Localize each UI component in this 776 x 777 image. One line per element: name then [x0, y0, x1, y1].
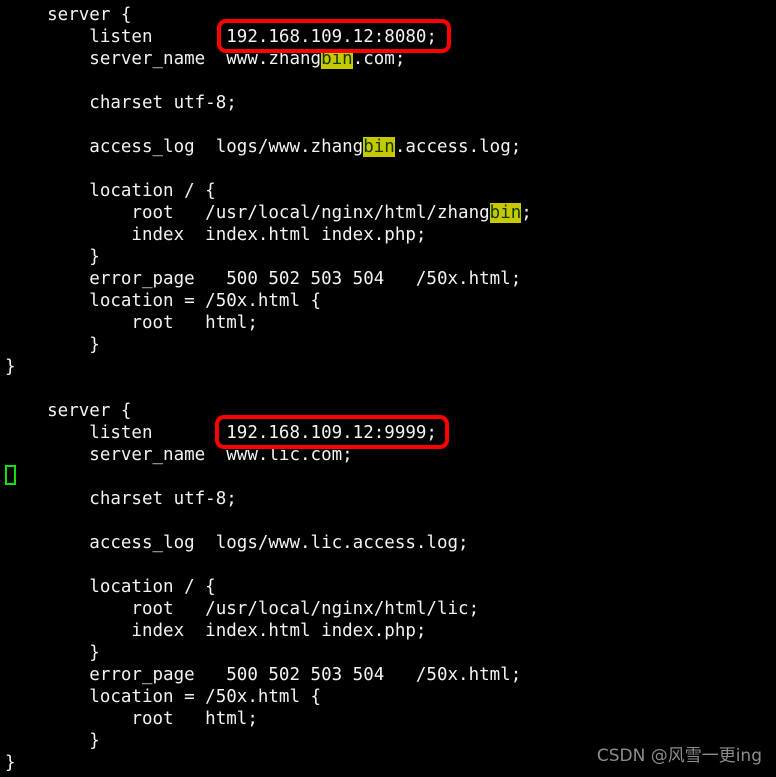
code-text: location = /50x.html {	[5, 687, 322, 707]
code-text: location = /50x.html {	[5, 291, 322, 311]
code-line: server {	[0, 400, 776, 422]
code-text: server {	[5, 401, 132, 421]
code-text: charset utf-8;	[5, 489, 237, 509]
code-line: index index.html index.php;	[0, 620, 776, 642]
code-text: root html;	[5, 709, 258, 729]
code-line: root html;	[0, 708, 776, 730]
code-text: location / {	[5, 181, 216, 201]
code-text: }	[5, 731, 100, 751]
search-match-highlight: bin	[489, 203, 522, 223]
code-text: listen 192.168.109.12:9999;	[5, 423, 437, 443]
search-match-highlight: bin	[321, 49, 353, 69]
code-text: listen 192.168.109.12:8080;	[5, 27, 437, 47]
search-match-highlight: bin	[363, 137, 395, 157]
terminal-screen: server { listen 192.168.109.12:8080; ser…	[0, 0, 776, 777]
code-text: location / {	[5, 577, 216, 597]
code-line: location = /50x.html {	[0, 686, 776, 708]
code-text: .com;	[352, 49, 406, 69]
code-line: root html;	[0, 312, 776, 334]
code-text: access_log logs/www.lic.access.log;	[5, 533, 469, 553]
code-text: index index.html index.php;	[5, 225, 427, 245]
code-text: index index.html index.php;	[5, 621, 427, 641]
text-cursor	[5, 465, 16, 485]
code-text: }	[5, 335, 100, 355]
code-line: charset utf-8;	[0, 488, 776, 510]
watermark-label: CSDN @风雪一更ing	[596, 746, 762, 766]
code-text: server {	[5, 5, 132, 25]
code-line: root /usr/local/nginx/html/lic;	[0, 598, 776, 620]
code-line: access_log logs/www.zhangbin.access.log;	[0, 136, 776, 158]
code-line: server_name www.zhangbin.com;	[0, 48, 776, 70]
code-text: }	[5, 247, 100, 267]
code-line: listen 192.168.109.12:8080;	[0, 26, 776, 48]
code-text: }	[5, 357, 16, 377]
code-text: charset utf-8;	[5, 93, 237, 113]
code-line: }	[0, 334, 776, 356]
code-line: access_log logs/www.lic.access.log;	[0, 532, 776, 554]
code-text: error_page 500 502 503 504 /50x.html;	[5, 665, 522, 685]
code-line: listen 192.168.109.12:9999;	[0, 422, 776, 444]
code-line: location = /50x.html {	[0, 290, 776, 312]
code-line: error_page 500 502 503 504 /50x.html;	[0, 664, 776, 686]
code-text: access_log logs/www.zhang	[5, 137, 364, 157]
code-line: }	[0, 356, 776, 378]
code-line: location / {	[0, 576, 776, 598]
code-line: error_page 500 502 503 504 /50x.html;	[0, 268, 776, 290]
code-text: server_name www.lic.com;	[5, 445, 353, 465]
code-text: root /usr/local/nginx/html/zhang	[5, 203, 490, 223]
code-text: server_name www.zhang	[5, 49, 322, 69]
code-line: }	[0, 246, 776, 268]
code-line: server {	[0, 4, 776, 26]
code-text: root /usr/local/nginx/html/lic;	[5, 599, 480, 619]
code-text: root html;	[5, 313, 258, 333]
code-line: root /usr/local/nginx/html/zhangbin;	[0, 202, 776, 224]
code-line: location / {	[0, 180, 776, 202]
code-line: index index.html index.php;	[0, 224, 776, 246]
code-text: .access.log;	[394, 137, 522, 157]
code-line: server_name www.lic.com;	[0, 444, 776, 466]
code-text: error_page 500 502 503 504 /50x.html;	[5, 269, 522, 289]
code-line: }	[0, 642, 776, 664]
code-line: charset utf-8;	[0, 92, 776, 114]
code-text: }	[5, 753, 16, 773]
code-text: }	[5, 643, 100, 663]
config-file-text[interactable]: server { listen 192.168.109.12:8080; ser…	[0, 0, 776, 774]
code-text: ;	[521, 203, 532, 223]
